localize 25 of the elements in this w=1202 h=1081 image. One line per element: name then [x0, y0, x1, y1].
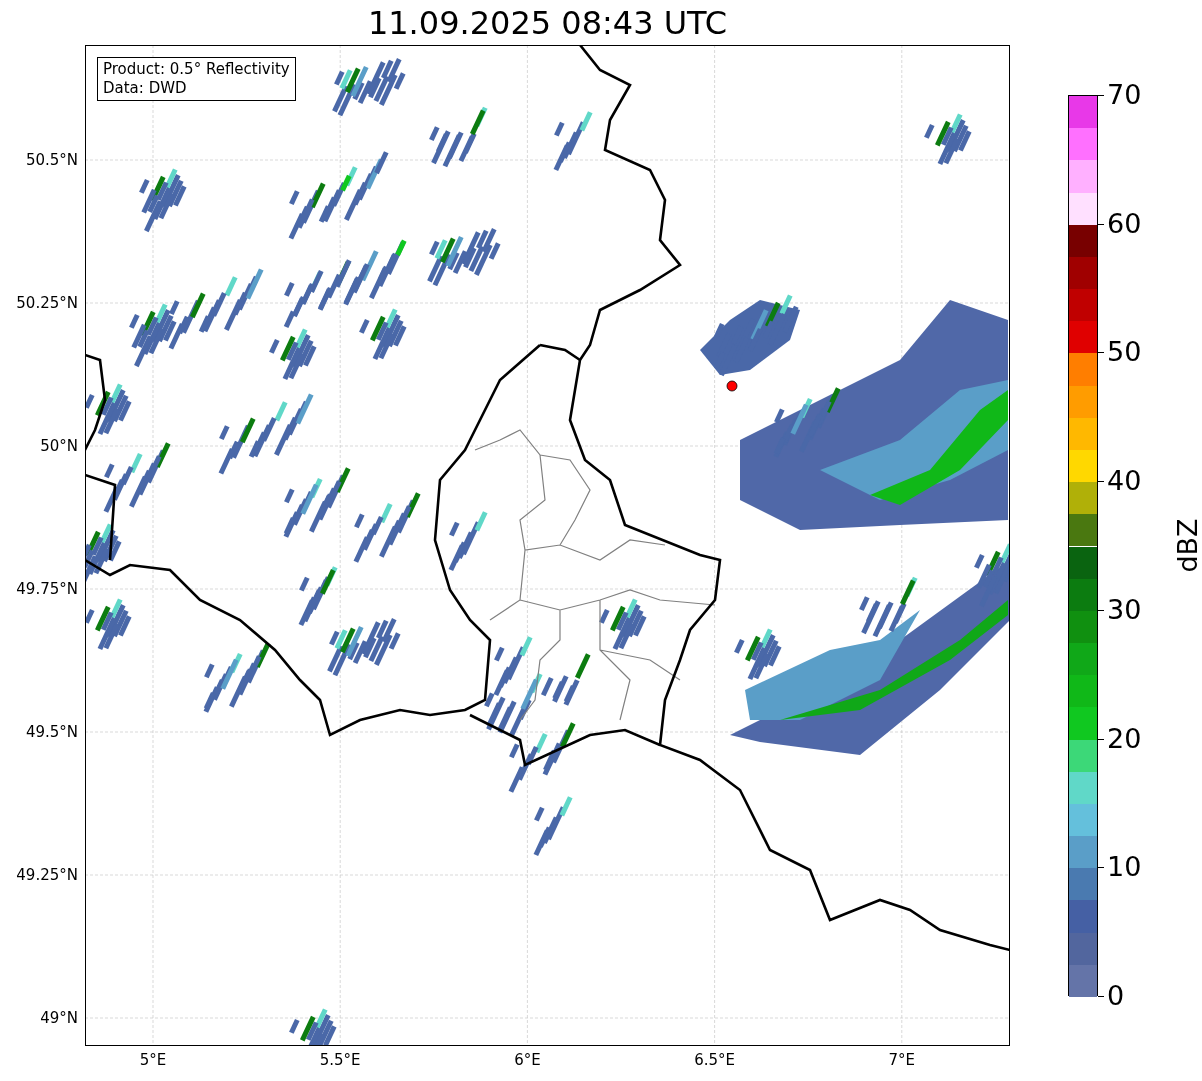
chart-title: 11.09.2025 08:43 UTC	[366, 4, 729, 42]
axis-tick-label: 50°N	[40, 437, 78, 455]
colorbar-tick-label: 20	[1107, 722, 1142, 755]
axis-tick-label: 6.5°E	[693, 1051, 736, 1069]
axis-tick-label: 7°E	[887, 1051, 917, 1069]
axis-tick-label: 50.25°N	[16, 294, 78, 312]
colorbar-tick-label: 40	[1107, 465, 1142, 498]
colorbar-tick-label: 30	[1107, 593, 1142, 626]
colorbar-tick-label: 10	[1107, 851, 1142, 884]
axis-tick-label: 6°E	[513, 1051, 542, 1069]
colorbar-tick-label: 60	[1107, 207, 1142, 240]
axis-tick-label: 50.5°N	[25, 151, 78, 169]
radar-site-marker	[726, 380, 738, 392]
axis-tick-label: 49.5°N	[25, 723, 78, 741]
axis-tick-label: 5.5°E	[318, 1051, 362, 1069]
info-text: Product: 0.5° Reflectivity	[103, 60, 290, 79]
axis-tick-label: 5°E	[138, 1051, 168, 1069]
info-text: Data: DWD	[103, 79, 188, 98]
colorbar-tick-label: 70	[1107, 79, 1142, 111]
axis-tick-label: 49.25°N	[16, 866, 78, 884]
axis-tick-label: 49.75°N	[16, 580, 78, 598]
colorbar-tick-label: 50	[1107, 336, 1142, 369]
colorbar-label: dBZ	[1171, 518, 1202, 573]
colorbar-tick-label: 0	[1107, 980, 1125, 1012]
axis-tick-label: 49°N	[40, 1009, 78, 1027]
